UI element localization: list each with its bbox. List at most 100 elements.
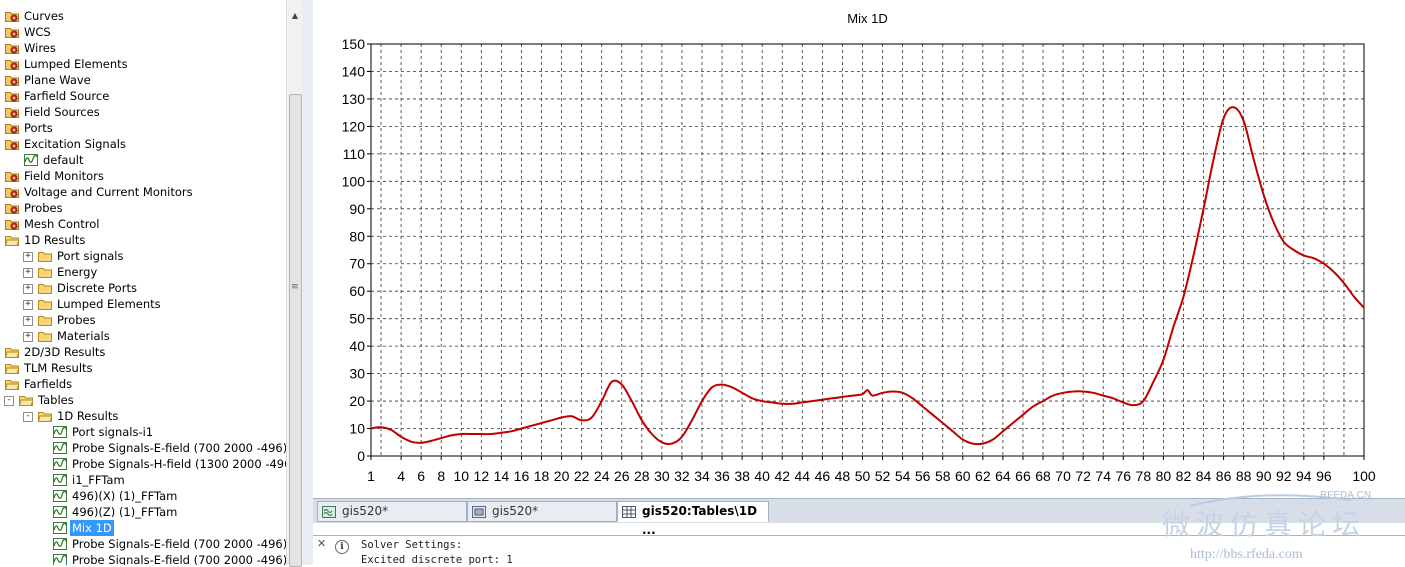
x-tick-label: 44 [795,468,811,484]
tree-item[interactable]: Curves [0,8,286,24]
tree-item[interactable]: Probes [0,200,286,216]
navigation-tree[interactable]: Curves WCS Wires Lumped Elements Plane Wave F… [0,0,303,565]
expand-icon[interactable]: + [23,316,33,326]
expand-icon[interactable]: + [23,252,33,262]
tree-item[interactable]: Lumped Elements [0,56,286,72]
collapse-icon[interactable]: - [23,412,33,422]
tree-item[interactable]: Field Sources [0,104,286,120]
tree-item[interactable]: 496)(Z) (1)_FFTam [0,504,286,520]
collapse-icon[interactable]: - [4,396,14,406]
x-tick-label: 76 [1115,468,1131,484]
x-tick-label: 4 [397,468,405,484]
tree-item[interactable]: Mesh Control [0,216,286,232]
tree-item[interactable]: Mix 1D [0,520,286,536]
tree-item[interactable]: - 1D Results [0,408,286,424]
wave-icon [322,505,336,518]
signal-curve-icon [53,474,67,486]
tree-item[interactable]: Voltage and Current Monitors [0,184,286,200]
signal-curve-icon [53,426,67,438]
y-tick-label: 120 [342,118,366,134]
signal-curve-icon [53,490,67,502]
tree-item-label: Port signals-i1 [72,425,154,439]
tree-item[interactable]: + Lumped Elements [0,296,286,312]
x-tick-label: 8 [437,468,445,484]
x-tick-label: 36 [714,468,730,484]
signal-curve-icon [53,506,67,518]
tree-item-label: 496)(Z) (1)_FFTam [72,505,178,519]
line-chart: Mix 1D0102030405060708090100110120130140… [342,11,1376,484]
info-icon: i [335,540,349,554]
expand-icon[interactable]: + [23,284,33,294]
tree-item[interactable]: 496)(X) (1)_FFTam [0,488,286,504]
tree-item[interactable]: i1_FFTam [0,472,286,488]
folder-gear-icon [5,106,19,118]
tree-item[interactable]: Probe Signals-E-field (700 2000 -496)(Y) [0,536,302,552]
tree-item[interactable]: Ports [0,120,286,136]
pane-splitter[interactable] [303,0,313,565]
tree-item[interactable]: default [0,152,286,168]
tree-item[interactable]: Probe Signals-E-field (700 2000 -496)(Z) [0,552,302,565]
folder-gear-icon [5,202,19,214]
tree-item[interactable]: Excitation Signals [0,136,286,152]
tree-item-label: Tables [38,393,74,407]
tree-item[interactable]: Port signals-i1 [0,424,286,440]
folder-gear-icon [5,10,19,22]
y-tick-label: 150 [342,36,366,52]
scrollbar-thumb[interactable] [289,94,302,567]
tree-item[interactable]: Plane Wave [0,72,286,88]
tree-item-label: Probe Signals-E-field (700 2000 -496)(Z) [72,553,303,565]
open-folder-icon [4,362,20,374]
expand-icon[interactable]: + [23,332,33,342]
y-tick-label: 10 [349,421,365,437]
tree-item[interactable]: Farfield Source [0,88,286,104]
tree-item-label: Excitation Signals [24,137,126,151]
message-line-2: Excited discrete port: 1 [361,554,513,566]
x-tick-label: 12 [474,468,490,484]
tree-item[interactable]: Farfields [0,376,286,392]
tree-item[interactable]: TLM Results [0,360,286,376]
expand-icon[interactable]: + [23,300,33,310]
scrollbar-grip-icon: ≡ [291,282,299,292]
tree-item[interactable]: + Discrete Ports [0,280,286,296]
y-tick-label: 50 [349,311,365,327]
x-tick-label: 38 [734,468,750,484]
tree-item[interactable]: + Port signals [0,248,286,264]
tree-item[interactable]: Probe Signals-E-field (700 2000 -496)(X) [0,440,302,456]
tree-item[interactable]: + Probes [0,312,286,328]
x-tick-label: 62 [975,468,991,484]
x-tick-label: 58 [935,468,951,484]
tree-item[interactable]: + Materials [0,328,286,344]
x-tick-label: 94 [1296,468,1312,484]
x-tick-label: 74 [1095,468,1111,484]
tree-item-label: Field Monitors [24,169,104,183]
tree-item-label: Probe Signals-H-field (1300 2000 -496)(Z… [72,457,303,471]
tree-item[interactable]: Probe Signals-H-field (1300 2000 -496)(Z… [0,456,302,472]
tree-item[interactable]: WCS [0,24,286,40]
expand-icon[interactable]: + [23,268,33,278]
x-tick-label: 48 [835,468,851,484]
document-tab[interactable]: gis520* [467,501,617,522]
close-panel-icon[interactable]: ✕ [317,537,326,550]
x-tick-label: 16 [514,468,530,484]
folder-gear-icon [5,122,19,134]
tree-item-label: default [43,153,84,167]
scroll-up-arrow-icon[interactable]: ▲ [289,10,301,22]
tree-item[interactable]: 1D Results [0,232,286,248]
x-tick-label: 34 [694,468,710,484]
document-tab[interactable]: gis520* [317,501,467,522]
y-tick-label: 90 [349,201,365,217]
tree-item[interactable]: + Energy [0,264,286,280]
tree-item[interactable]: - Tables [0,392,286,408]
tree-vertical-scrollbar[interactable]: ▲ ≡ [286,0,303,567]
tree-item-label: 496)(X) (1)_FFTam [72,489,178,503]
folder-icon [38,250,52,262]
tree-item[interactable]: 2D/3D Results [0,344,286,360]
model-icon [472,505,486,518]
tree-item[interactable]: Wires [0,40,286,56]
y-tick-label: 80 [349,228,365,244]
document-tab[interactable]: gis520:Tables\1D ... [617,501,769,537]
open-folder-icon [4,234,20,246]
tree-item[interactable]: Field Monitors [0,168,286,184]
signal-curve-icon [53,522,67,534]
tree-item-label: Mesh Control [24,217,100,231]
